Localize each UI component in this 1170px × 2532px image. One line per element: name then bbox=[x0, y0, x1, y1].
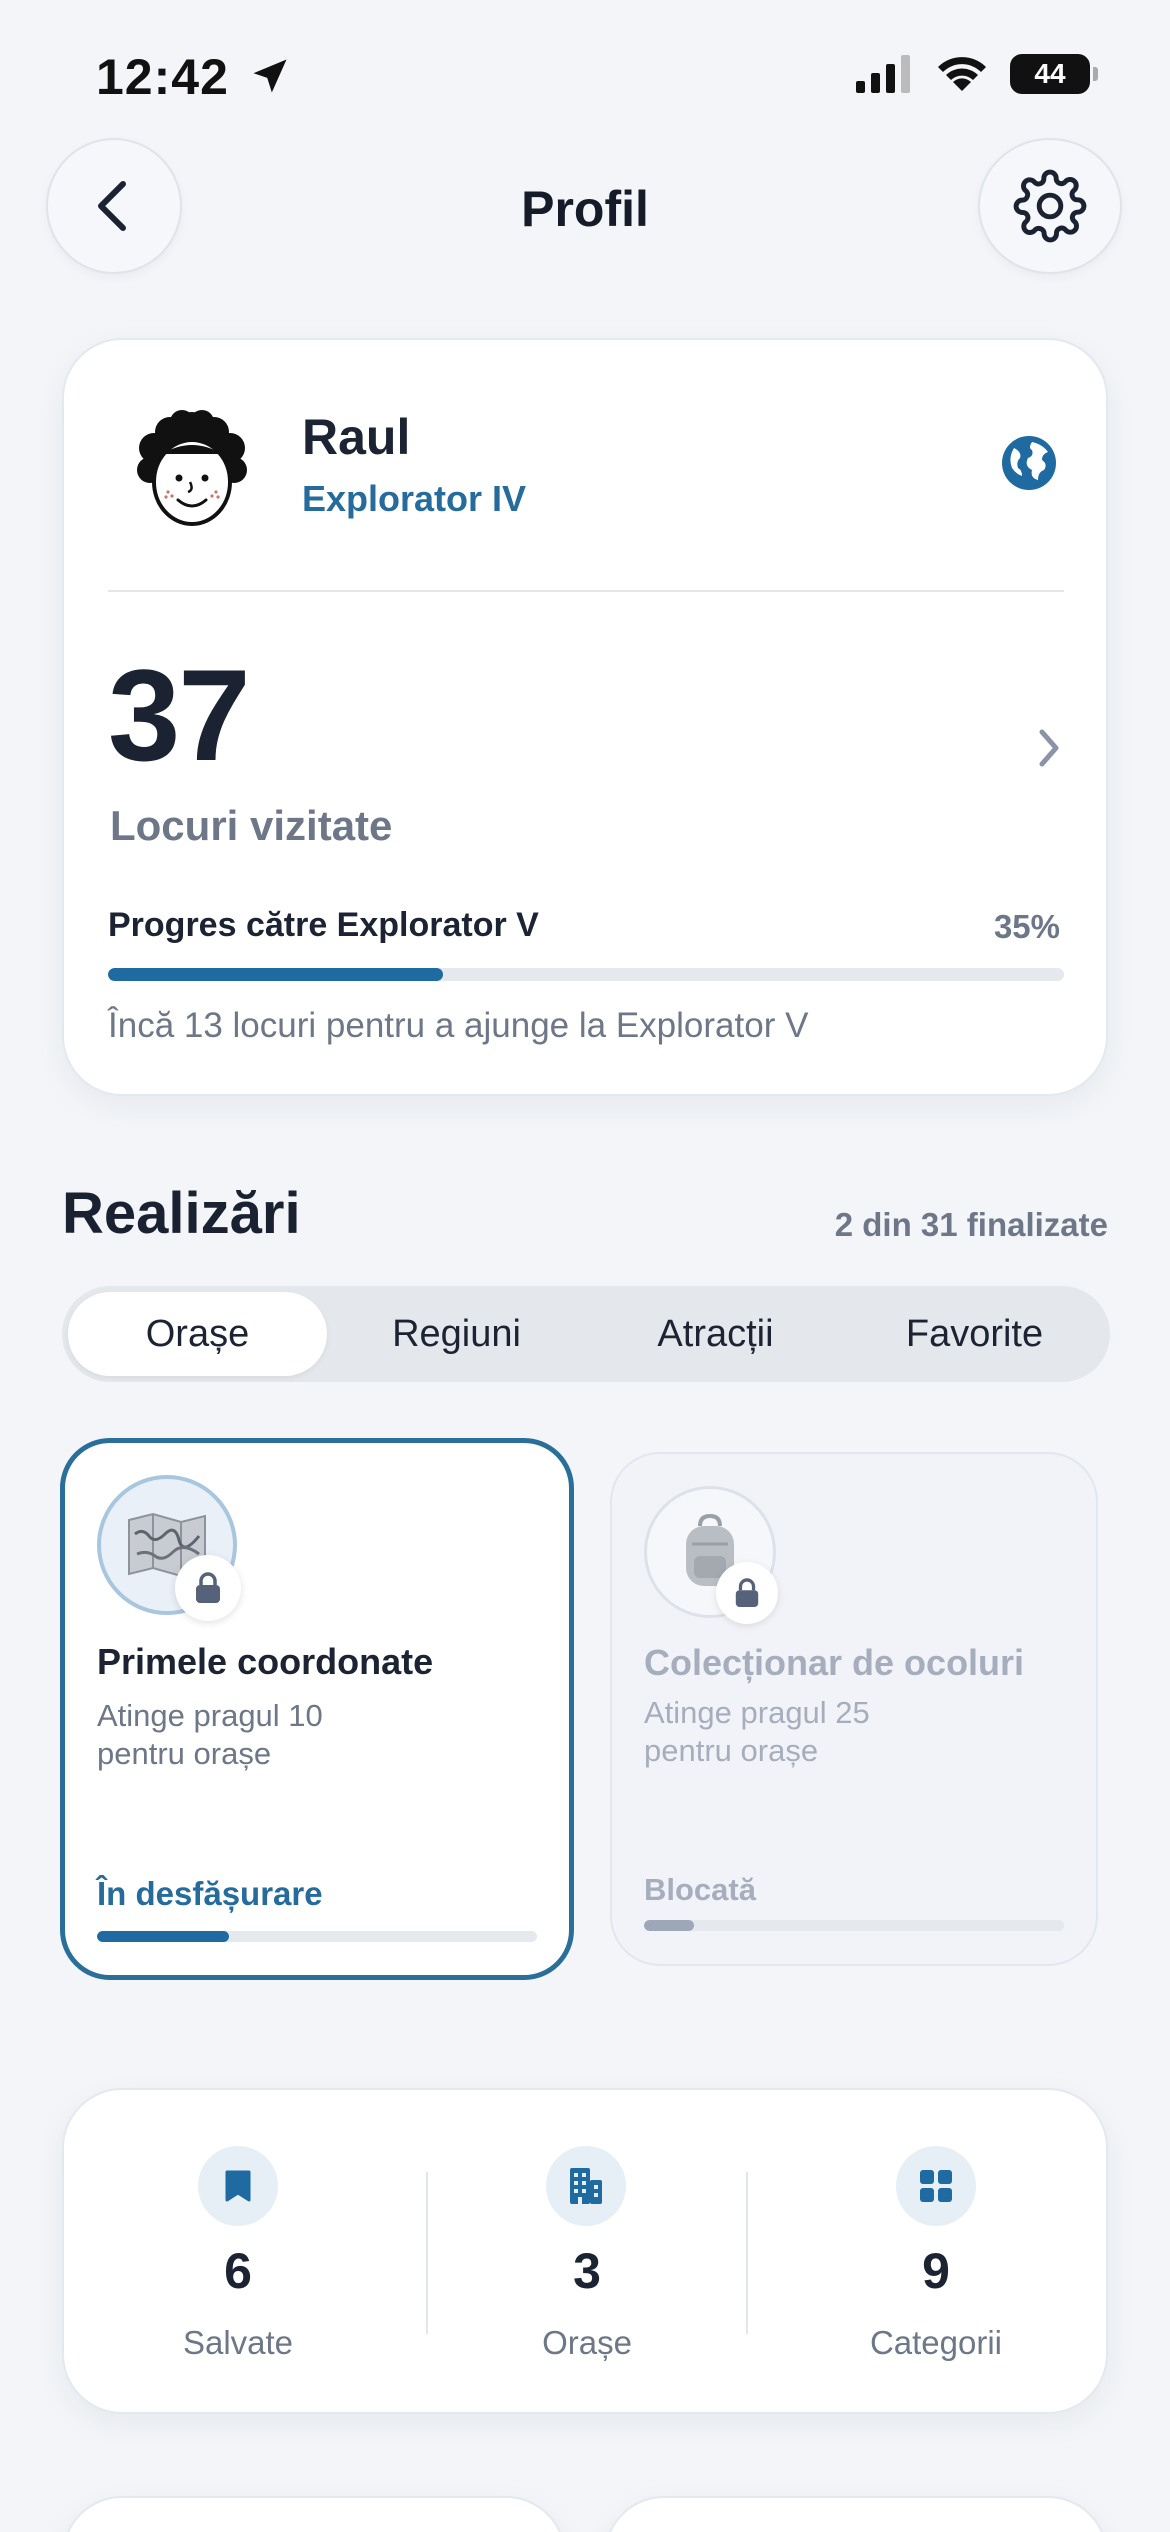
status-time: 12:42 bbox=[96, 48, 292, 106]
stat-saved[interactable]: 6 Salvate bbox=[64, 2090, 412, 2416]
tab-orase[interactable]: Orașe bbox=[68, 1292, 327, 1376]
achievement-card[interactable]: Primele coordonate Atinge pragul 10 pent… bbox=[60, 1438, 574, 1980]
bottom-card-left[interactable] bbox=[62, 2496, 566, 2532]
visited-details-button[interactable] bbox=[1034, 726, 1064, 775]
visited-count: 37 bbox=[108, 642, 251, 788]
achievements-title: Realizări bbox=[62, 1181, 301, 1246]
achievement-progress-fill bbox=[97, 1931, 229, 1942]
profile-name: Raul bbox=[302, 409, 411, 465]
battery-indicator: 44 bbox=[1010, 54, 1098, 94]
stat-value: 9 bbox=[922, 2243, 950, 2299]
globe-icon bbox=[1002, 436, 1056, 490]
settings-button[interactable] bbox=[978, 138, 1122, 274]
globe-button[interactable] bbox=[1000, 434, 1058, 497]
progress-hint: Încă 13 locuri pentru a ajunge la Explor… bbox=[108, 1006, 809, 1045]
stat-label: Orașe bbox=[542, 2324, 632, 2361]
lock-badge bbox=[175, 1555, 241, 1621]
achievement-card[interactable]: Colecționar de ocoluri Atinge pragul 25 … bbox=[610, 1452, 1098, 1966]
achievements-summary: 2 din 31 finalizate bbox=[834, 1206, 1108, 1243]
gear-icon bbox=[1013, 169, 1087, 243]
profile-card: Raul Explorator IV 37 Locuri vizitate Pr… bbox=[62, 338, 1108, 1096]
level-progress-bar bbox=[108, 968, 1064, 981]
lock-icon bbox=[196, 1572, 220, 1603]
chevron-right-icon bbox=[1039, 729, 1059, 767]
achievement-tabs: Orașe Regiuni Atracții Favorite bbox=[62, 1286, 1110, 1382]
progress-percent: 35% bbox=[993, 908, 1060, 945]
building-icon bbox=[546, 2146, 626, 2226]
achievement-progress-bar bbox=[97, 1931, 537, 1942]
visited-label: Locuri vizitate bbox=[110, 802, 393, 849]
lock-badge bbox=[716, 1562, 778, 1624]
achievement-desc: Atinge pragul 25 pentru orașe bbox=[644, 1695, 870, 1768]
profile-divider bbox=[108, 590, 1064, 592]
progress-label: Progres către Explorator V bbox=[108, 906, 539, 944]
achievement-title: Colecționar de ocoluri bbox=[644, 1642, 1025, 1683]
tab-regiuni[interactable]: Regiuni bbox=[327, 1292, 586, 1376]
stat-divider bbox=[746, 2172, 748, 2334]
achievement-status: În desfășurare bbox=[97, 1875, 323, 1912]
stat-label: Categorii bbox=[869, 2324, 1003, 2361]
bottom-card-right[interactable] bbox=[604, 2496, 1108, 2532]
stat-categories[interactable]: 9 Categorii bbox=[762, 2090, 1110, 2416]
wifi-icon bbox=[938, 57, 986, 91]
level-progress-fill bbox=[108, 968, 443, 981]
signal-icon bbox=[856, 55, 910, 93]
status-indicators: 44 bbox=[856, 54, 1098, 94]
achievement-status: Blocată bbox=[644, 1872, 756, 1907]
stat-cities[interactable]: 3 Orașe bbox=[412, 2090, 762, 2416]
location-arrow-icon bbox=[253, 59, 287, 93]
avatar bbox=[122, 398, 262, 538]
stat-value: 6 bbox=[224, 2243, 252, 2299]
achievement-desc: Atinge pragul 10 pentru orașe bbox=[97, 1698, 323, 1771]
tab-atractii[interactable]: Atracții bbox=[586, 1292, 845, 1376]
achievement-title: Primele coordonate bbox=[97, 1641, 434, 1682]
lock-icon bbox=[735, 1578, 759, 1607]
stat-label: Salvate bbox=[182, 2324, 294, 2361]
bookmark-icon bbox=[198, 2146, 278, 2226]
tab-favorite[interactable]: Favorite bbox=[845, 1292, 1104, 1376]
stats-card: 6 Salvate 3 Orașe 9 Categorii bbox=[62, 2088, 1108, 2414]
stat-value: 3 bbox=[573, 2243, 601, 2299]
grid-icon bbox=[896, 2146, 976, 2226]
achievement-progress-bar bbox=[644, 1920, 1064, 1931]
profile-level: Explorator IV bbox=[302, 478, 527, 519]
achievement-progress-fill bbox=[644, 1920, 695, 1931]
